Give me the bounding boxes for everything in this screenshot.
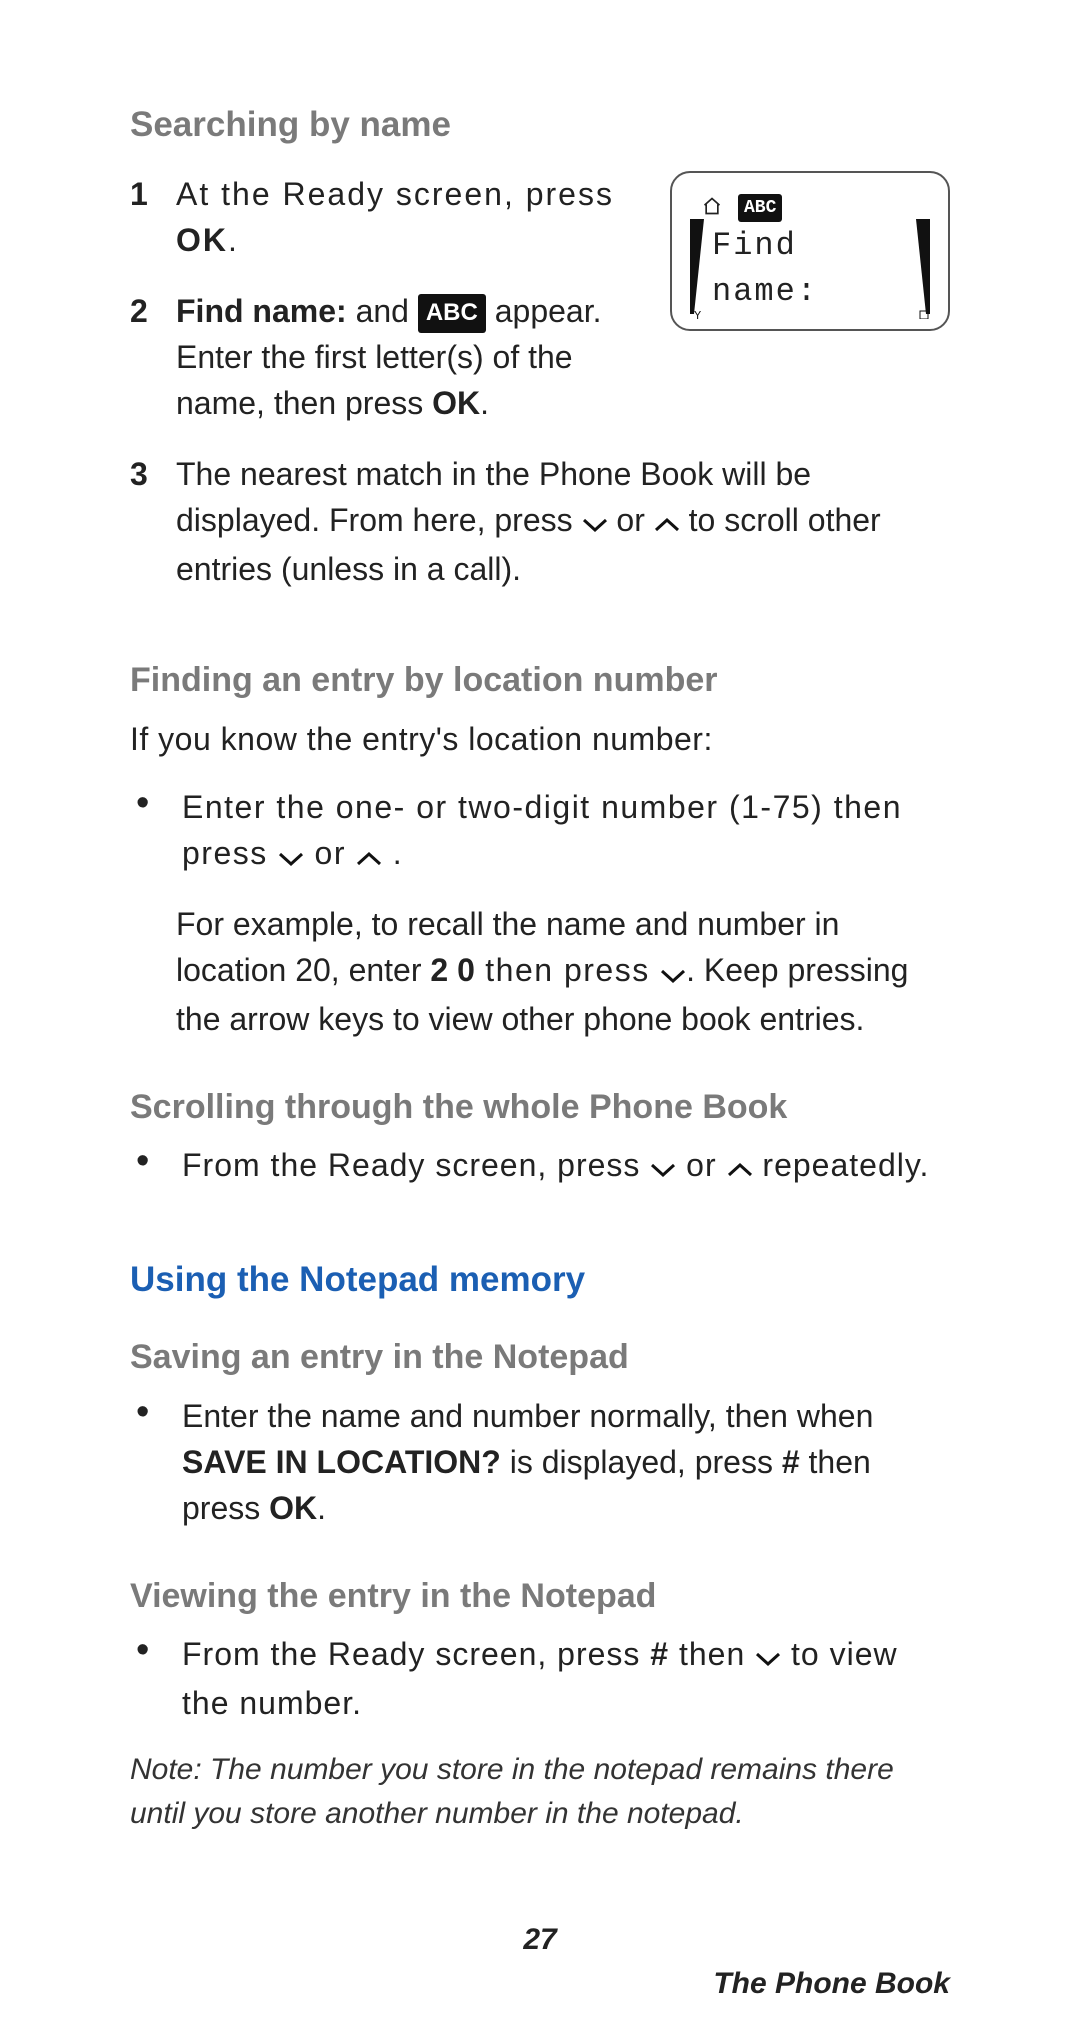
text: then — [669, 1636, 755, 1672]
text: . — [480, 385, 489, 421]
bullet-text: From the Ready screen, press or repeated… — [182, 1142, 950, 1191]
heading-notepad-memory: Using the Notepad memory — [130, 1255, 950, 1306]
digits-label: 2 0 — [430, 952, 474, 988]
step-2-text: Find name: and ABC appear. Enter the fir… — [176, 288, 646, 427]
phone-screen-figure: ABC Y Find name: — [670, 171, 950, 331]
bullet-text: Enter the one- or two-digit number (1-75… — [182, 784, 950, 879]
save-in-location-label: SAVE IN LOCATION? — [182, 1444, 501, 1480]
abc-indicator: ABC — [738, 194, 782, 222]
chevron-down-icon — [650, 1144, 676, 1190]
bullet-icon: • — [130, 1393, 182, 1532]
section-footer: The Phone Book — [713, 1962, 950, 2006]
heading-scrolling-phonebook: Scrolling through the whole Phone Book — [130, 1083, 950, 1132]
text: At the Ready screen, press — [176, 176, 614, 212]
step-1-text: At the Ready screen, press OK. — [176, 171, 646, 264]
chevron-down-icon — [278, 833, 304, 879]
bullet-text: From the Ready screen, press # then to v… — [182, 1631, 950, 1726]
page-number: 27 — [0, 1918, 1080, 1962]
ok-label: OK — [432, 385, 480, 421]
example-paragraph: For example, to recall the name and numb… — [176, 901, 950, 1043]
chevron-up-icon — [356, 833, 382, 879]
text: repeatedly. — [762, 1147, 929, 1183]
step-number-3: 3 — [130, 451, 176, 593]
text: then press — [475, 952, 660, 988]
chevron-up-icon — [654, 499, 680, 545]
heading-saving-notepad: Saving an entry in the Notepad — [130, 1333, 950, 1382]
step-3-text: The nearest match in the Phone Book will… — [176, 451, 950, 593]
bullet-icon: • — [130, 1142, 182, 1191]
step-number-2: 2 — [130, 288, 176, 427]
ok-label: OK — [269, 1490, 317, 1526]
chevron-down-icon — [582, 499, 608, 545]
heading-finding-by-location: Finding an entry by location number — [130, 656, 950, 705]
bullet-icon: • — [130, 784, 182, 879]
battery-bar-icon — [912, 219, 930, 319]
hash-key: # — [650, 1636, 669, 1672]
intro-text: If you know the entry's location number: — [130, 716, 950, 762]
bullet-icon: • — [130, 1631, 182, 1726]
abc-badge: ABC — [418, 294, 486, 334]
text: . — [393, 835, 403, 871]
text: . — [317, 1490, 326, 1526]
chevron-down-icon — [755, 1633, 781, 1679]
text: or — [315, 835, 357, 871]
note-text: Note: The number you store in the notepa… — [130, 1748, 950, 1835]
heading-searching-by-name: Searching by name — [130, 100, 950, 151]
text: Enter the name and number normally, then… — [182, 1398, 873, 1434]
hash-key: # — [782, 1444, 800, 1480]
text: or — [616, 502, 653, 538]
phone-screen-text: Find name: — [712, 223, 908, 316]
heading-viewing-notepad: Viewing the entry in the Notepad — [130, 1572, 950, 1621]
svg-text:Y: Y — [694, 309, 701, 319]
text: and — [347, 293, 418, 329]
text: or — [686, 1147, 726, 1183]
text: From the Ready screen, press — [182, 1147, 650, 1183]
chevron-up-icon — [727, 1144, 753, 1190]
bullet-text: Enter the name and number normally, then… — [182, 1393, 950, 1532]
text: . — [228, 222, 239, 258]
page: Searching by name ABC Y — [0, 0, 1080, 2039]
signal-bar-icon: Y — [690, 219, 708, 319]
step-number-1: 1 — [130, 171, 176, 264]
find-name-label: Find name: — [176, 293, 347, 329]
ok-label: OK — [176, 222, 228, 258]
text: From the Ready screen, press — [182, 1636, 650, 1672]
chevron-down-icon — [660, 950, 686, 996]
text: is displayed, press — [501, 1444, 782, 1480]
